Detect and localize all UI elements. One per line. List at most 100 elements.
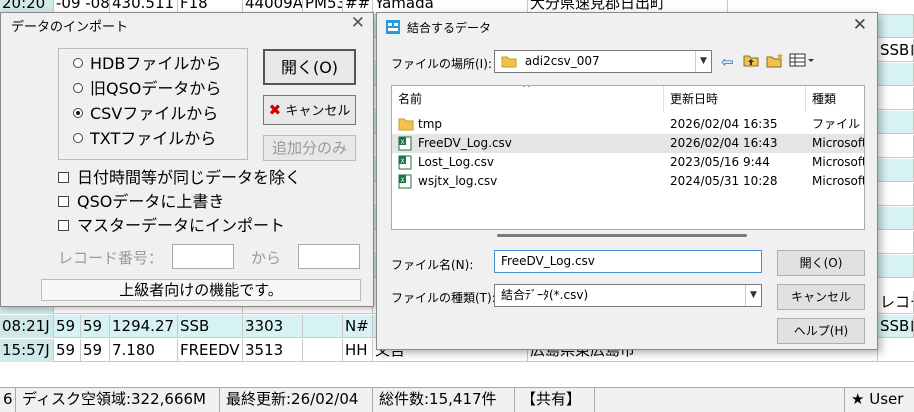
import-dialog-title: データのインポート xyxy=(11,20,129,35)
rst-sent-cell: 59 xyxy=(54,339,81,362)
exclude-duplicates-checkbox[interactable]: 日付時間等が同じデータを除く xyxy=(58,166,301,190)
rst-sent-cell: 59 xyxy=(54,315,81,338)
source-radio-group: HDBファイルから 旧QSOデータから CSVファイルから TXTファイルから xyxy=(58,48,248,160)
radio-label: CSVファイルから xyxy=(90,104,219,123)
checkbox-label: QSOデータに上書き xyxy=(77,192,225,211)
svg-text:X: X xyxy=(401,139,405,146)
right-fragment xyxy=(878,87,914,110)
filename-input[interactable]: FreeDV_Log.csv xyxy=(494,250,762,273)
file-date: 2023/05/16 9:44 xyxy=(670,155,770,169)
right-fragment xyxy=(878,231,914,254)
up-folder-icon[interactable] xyxy=(743,52,759,72)
power-cell: 3303 xyxy=(243,315,303,338)
column-header-date[interactable]: 更新日時 xyxy=(664,86,806,112)
right-fragment xyxy=(878,135,914,158)
rst-rcvd-cell: 59 xyxy=(81,315,110,338)
radio-label: HDBファイルから xyxy=(90,54,222,73)
user-status: ★ User xyxy=(851,390,904,408)
empty-cell xyxy=(303,315,343,338)
import-dialog: データのインポート ✕ HDBファイルから 旧QSOデータから CSVファイルか… xyxy=(0,12,374,307)
import-cancel-button[interactable]: ✖ キャンセル xyxy=(263,95,356,125)
svg-text:X: X xyxy=(401,158,405,165)
flag-cell: HH xyxy=(343,339,373,362)
svg-text:X: X xyxy=(401,177,405,184)
file-type: Microsoft xyxy=(812,155,865,169)
radio-csv[interactable]: CSVファイルから xyxy=(73,102,218,126)
shared-status: 【共有】 xyxy=(515,388,595,412)
close-icon[interactable]: ✕ xyxy=(853,15,867,35)
right-fragment: SSBロー xyxy=(878,39,914,62)
file-row[interactable]: X FreeDV_Log.csv 2026/02/04 16:43 Microsoft xyxy=(392,134,864,153)
cancel-button[interactable]: キャンセル xyxy=(777,284,865,310)
right-fragment xyxy=(878,255,914,278)
file-date: 2026/02/04 16:43 xyxy=(670,136,778,150)
filename-label: ファイル名(N): xyxy=(391,258,474,272)
right-fragment: SSBロー xyxy=(878,315,914,338)
right-fragment: レコー xyxy=(878,291,914,314)
empty-cell xyxy=(303,339,343,362)
total-count-status: 総件数:15,417件 xyxy=(373,388,515,412)
flag-cell: N# xyxy=(343,315,373,338)
new-folder-icon[interactable] xyxy=(766,52,784,72)
right-fragment xyxy=(878,63,914,86)
file-row[interactable]: X Lost_Log.csv 2023/05/16 9:44 Microsoft xyxy=(392,153,865,172)
view-menu-icon[interactable] xyxy=(789,52,815,72)
append-only-button[interactable]: 追加分のみ xyxy=(263,135,356,161)
status-spacer xyxy=(595,388,845,412)
radio-txt[interactable]: TXTファイルから xyxy=(73,127,216,151)
mode-cell: FREEDV xyxy=(178,339,243,362)
file-row[interactable]: tmp 2026/02/04 16:35 ファイル フォ xyxy=(392,115,864,134)
filetype-label: ファイルの種類(T): xyxy=(391,291,496,305)
record-to-input[interactable] xyxy=(298,244,360,269)
file-name: tmp xyxy=(418,117,443,131)
merge-file-dialog: 結合するデータ ✕ ファイルの場所(I): adi2csv_007 ▼ ⇦ ^ … xyxy=(376,12,878,350)
record-from-input[interactable] xyxy=(172,244,234,269)
radio-icon xyxy=(73,133,83,143)
file-type: ファイル フォ xyxy=(812,117,864,131)
checkbox-icon xyxy=(58,172,69,183)
disk-space-status: ディスク空領域:322,666M xyxy=(16,388,220,412)
right-fragment xyxy=(878,15,914,38)
freq-cell: 7.180 xyxy=(110,339,178,362)
checkbox-label: 日付時間等が同じデータを除く xyxy=(77,168,302,187)
import-master-checkbox[interactable]: マスターデータにインポート xyxy=(58,214,285,238)
csv-file-icon: X xyxy=(398,174,412,195)
radio-icon xyxy=(73,58,83,68)
right-fragment xyxy=(878,159,914,182)
column-header-name[interactable]: 名前 xyxy=(392,86,664,112)
radio-icon xyxy=(73,83,83,93)
import-open-button[interactable]: 開く(O) xyxy=(263,49,356,85)
radio-label: TXTファイルから xyxy=(90,129,217,148)
horizontal-scrollbar[interactable] xyxy=(497,234,747,237)
right-fragment xyxy=(878,207,914,230)
status-bar: 6 ディスク空領域:322,666M 最終更新:26/02/04 総件数:15,… xyxy=(0,387,914,412)
close-icon[interactable]: ✕ xyxy=(351,13,365,33)
radio-old-qso[interactable]: 旧QSOデータから xyxy=(73,77,221,101)
location-combo[interactable]: adi2csv_007 ▼ xyxy=(494,50,712,73)
file-dialog-title: 結合するデータ xyxy=(407,21,492,35)
back-arrow-icon[interactable]: ⇦ xyxy=(721,53,734,71)
rst-rcvd-cell: 59 xyxy=(81,339,110,362)
file-date: 2026/02/04 16:35 xyxy=(670,117,778,131)
file-name: Lost_Log.csv xyxy=(418,155,494,169)
file-row[interactable]: Xwsjtx_log.csv 2024/05/31 10:28 Microsoft xyxy=(392,172,864,191)
open-button[interactable]: 開く(O) xyxy=(777,250,865,276)
checkbox-icon xyxy=(58,220,69,231)
power-cell: 3513 xyxy=(243,339,303,362)
advanced-note: 上級者向けの機能です。 xyxy=(41,279,361,301)
radio-label: 旧QSOデータから xyxy=(90,79,222,98)
time-cell: 08:21J xyxy=(0,315,54,338)
radio-hdb[interactable]: HDBファイルから xyxy=(73,52,221,76)
help-button[interactable]: ヘルプ(H) xyxy=(777,318,865,344)
mode-cell: SSB xyxy=(178,315,243,338)
right-fragment xyxy=(878,183,914,206)
file-list[interactable]: ^ 名前 更新日時 種類 tmp2026/02/04 16:35ファイル フォX… xyxy=(391,85,865,230)
overwrite-qso-checkbox[interactable]: QSOデータに上書き xyxy=(58,190,224,214)
status-segment: 6 xyxy=(0,388,16,412)
time-cell: 15:57J xyxy=(0,339,54,362)
location-value: adi2csv_007 xyxy=(524,54,600,68)
radio-selected-icon xyxy=(73,108,83,118)
freq-cell: 1294.27 xyxy=(110,315,178,338)
filetype-select[interactable]: 結合ﾃﾞｰﾀ(*.csv) ▼ xyxy=(494,284,762,307)
column-header-type[interactable]: 種類 xyxy=(806,86,864,112)
